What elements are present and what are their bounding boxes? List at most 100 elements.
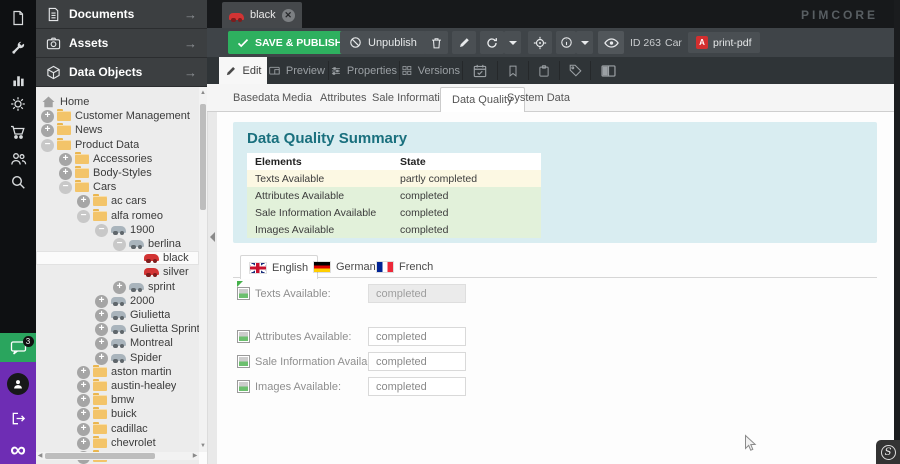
texts-available-input[interactable] xyxy=(368,284,466,303)
tab-basedata[interactable]: Basedata xyxy=(233,92,279,104)
scrollbar-thumb[interactable] xyxy=(45,453,155,459)
tab-tags[interactable] xyxy=(562,57,588,84)
tree-item[interactable]: −Product Data xyxy=(36,138,199,152)
tree-item[interactable]: +cadillac xyxy=(36,422,199,436)
tree-item[interactable]: +bmw xyxy=(36,393,199,407)
attributes-available-input[interactable] xyxy=(368,327,466,346)
expand-icon[interactable]: + xyxy=(41,124,54,137)
tree-item[interactable]: +2000 xyxy=(36,294,199,308)
tree-item[interactable]: +Accessories xyxy=(36,152,199,166)
tree-item[interactable]: +Montreal xyxy=(36,336,199,350)
info-options-caret[interactable] xyxy=(576,31,593,54)
unpublish-button[interactable]: Unpublish xyxy=(340,31,426,54)
locate-in-tree-button[interactable] xyxy=(528,31,552,54)
expand-icon[interactable]: + xyxy=(95,337,108,350)
scroll-left-icon[interactable]: ◀ xyxy=(36,452,44,460)
tree-item[interactable]: silver xyxy=(36,265,199,279)
expand-icon[interactable]: + xyxy=(95,295,108,308)
right-panel-strip[interactable] xyxy=(894,0,900,464)
tab-layout-columns[interactable] xyxy=(593,57,623,84)
wrench-icon[interactable] xyxy=(0,34,36,62)
scroll-up-icon[interactable]: ▲ xyxy=(199,89,207,97)
expand-icon[interactable]: + xyxy=(95,352,108,365)
collapse-icon[interactable]: − xyxy=(59,181,72,194)
logout-button[interactable] xyxy=(0,404,36,432)
close-tab-icon[interactable]: ✕ xyxy=(282,9,295,22)
tab-language-french[interactable]: French xyxy=(368,255,442,278)
tree-vertical-scrollbar[interactable]: ▲ ▼ xyxy=(199,87,207,452)
open-object-tab[interactable]: black ✕ xyxy=(222,2,302,28)
tab-preview[interactable]: Preview xyxy=(269,57,325,84)
cart-icon[interactable] xyxy=(0,118,36,146)
scrollbar-thumb[interactable] xyxy=(200,104,206,210)
expand-icon[interactable]: + xyxy=(59,167,72,180)
settings-gear-icon[interactable] xyxy=(0,90,36,118)
tab-schedule[interactable] xyxy=(465,57,495,84)
user-profile-button[interactable] xyxy=(0,370,36,398)
tree-item[interactable]: −berlina xyxy=(36,237,199,251)
expand-icon[interactable]: + xyxy=(95,309,108,322)
open-preview-button[interactable] xyxy=(598,31,624,54)
tree-item[interactable]: +aston martin xyxy=(36,365,199,379)
tab-system-data[interactable]: System Data xyxy=(507,92,570,104)
tab-edit[interactable]: Edit xyxy=(219,57,267,84)
tree-item[interactable]: +austin-healey xyxy=(36,379,199,393)
tab-reports[interactable] xyxy=(531,57,557,84)
panel-header-documents[interactable]: Documents → xyxy=(36,0,207,29)
car-icon xyxy=(229,13,244,20)
expand-icon[interactable]: + xyxy=(95,323,108,336)
tree-item-home[interactable]: Home xyxy=(36,95,199,109)
images-available-input[interactable] xyxy=(368,377,466,396)
tree-item[interactable]: +News xyxy=(36,123,199,137)
expand-icon[interactable]: + xyxy=(41,110,54,123)
tree-horizontal-scrollbar[interactable]: ◀ ▶ xyxy=(36,452,199,460)
tab-properties[interactable]: Properties xyxy=(331,57,397,84)
tree-item[interactable]: +chevrolet xyxy=(36,436,199,450)
tree-item[interactable]: +ac cars xyxy=(36,194,199,208)
panel-header-assets[interactable]: Assets → xyxy=(36,29,207,58)
tree-item[interactable]: −Cars xyxy=(36,180,199,194)
expand-icon[interactable]: + xyxy=(77,195,90,208)
tree-item[interactable]: −alfa romeo xyxy=(36,209,199,223)
tree-item[interactable]: +Giulietta xyxy=(36,308,199,322)
sale-information-available-input[interactable] xyxy=(368,352,466,371)
collapse-panel-icon[interactable] xyxy=(210,232,215,242)
tree-item[interactable]: −1900 xyxy=(36,223,199,237)
tree-item[interactable]: +Customer Management xyxy=(36,109,199,123)
expand-icon[interactable]: + xyxy=(77,380,90,393)
tree-item[interactable]: +Gulietta Sprint Specia xyxy=(36,322,199,336)
expand-icon[interactable]: + xyxy=(77,408,90,421)
collapse-icon[interactable]: − xyxy=(113,238,126,251)
tree-item[interactable]: +sprint xyxy=(36,280,199,294)
tab-versions[interactable]: Versions xyxy=(402,57,460,84)
reload-button[interactable] xyxy=(480,31,504,54)
file-icon[interactable] xyxy=(0,4,36,32)
expand-icon[interactable]: + xyxy=(59,153,72,166)
print-pdf-button[interactable]: A print-pdf xyxy=(688,32,760,53)
tree-item[interactable]: +buick xyxy=(36,407,199,421)
pimcore-logo[interactable]: ∞ xyxy=(0,436,36,464)
panel-header-data-objects[interactable]: Data Objects → xyxy=(36,58,207,87)
expand-icon[interactable]: + xyxy=(77,366,90,379)
collapse-icon[interactable]: − xyxy=(41,139,54,152)
notifications-chat-button[interactable]: 3 xyxy=(0,333,36,362)
tab-notes[interactable] xyxy=(500,57,526,84)
scroll-right-icon[interactable]: ▶ xyxy=(191,452,199,460)
tree-item[interactable]: +Spider xyxy=(36,351,199,365)
tab-media[interactable]: Media xyxy=(282,92,312,104)
reload-options-caret[interactable] xyxy=(504,31,521,54)
tree-item-selected[interactable]: black xyxy=(36,251,199,265)
rename-button[interactable] xyxy=(452,31,476,54)
search-icon[interactable] xyxy=(0,168,36,196)
collapse-icon[interactable]: − xyxy=(77,210,90,223)
expand-icon[interactable]: + xyxy=(77,394,90,407)
collapse-icon[interactable]: − xyxy=(95,224,108,237)
delete-button[interactable] xyxy=(424,31,448,54)
info-button[interactable] xyxy=(556,31,576,54)
tree-item[interactable]: +Body-Styles xyxy=(36,166,199,180)
expand-icon[interactable]: + xyxy=(113,281,126,294)
expand-icon[interactable]: + xyxy=(77,423,90,436)
tab-attributes[interactable]: Attributes xyxy=(320,92,366,104)
expand-icon[interactable]: + xyxy=(77,437,90,450)
scroll-down-icon[interactable]: ▼ xyxy=(199,442,207,450)
